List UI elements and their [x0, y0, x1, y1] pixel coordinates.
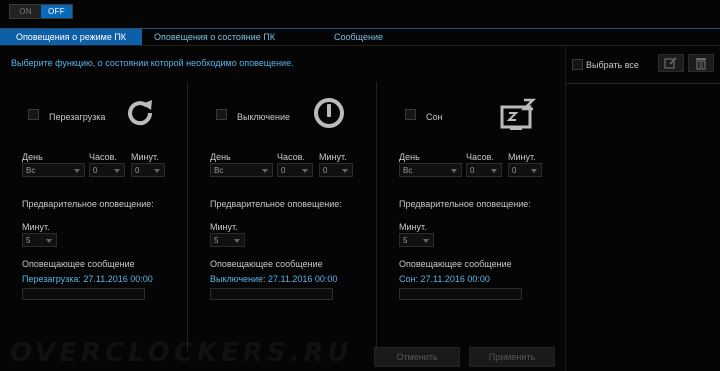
pre-minutes-value: 5: [214, 235, 219, 245]
day-select[interactable]: Вс: [22, 163, 85, 177]
chevron-down-icon: [154, 169, 160, 173]
tab-message[interactable]: Сообщение: [287, 29, 430, 45]
edit-icon: [664, 57, 677, 69]
hours-label: Часов.: [277, 152, 305, 162]
chevron-down-icon: [74, 169, 80, 173]
hours-value: 0: [470, 165, 475, 175]
shutdown-checkbox[interactable]: [216, 109, 227, 120]
hours-select[interactable]: 0: [277, 163, 313, 177]
shutdown-label: Выключение: [237, 112, 291, 122]
minutes-label: Минут.: [508, 152, 536, 162]
select-all-label: Выбрать все: [586, 60, 639, 70]
day-select[interactable]: Вс: [399, 163, 462, 177]
pre-minutes-value: 5: [403, 235, 408, 245]
minutes-label: Минут.: [319, 152, 347, 162]
hours-select[interactable]: 0: [466, 163, 502, 177]
sleep-icon: [500, 98, 540, 134]
message-text: Перезагрузка: 27.11.2016 00:00: [22, 274, 153, 284]
minutes-select[interactable]: 0: [131, 163, 165, 177]
message-text: Выключение: 27.11.2016 00:00: [210, 274, 338, 284]
tab-bar: Оповещения о режиме ПК Оповещения о сост…: [0, 28, 720, 46]
right-panel-header: Выбрать все: [566, 46, 720, 84]
apply-button[interactable]: Применить: [469, 347, 555, 367]
delete-button[interactable]: [688, 54, 714, 72]
day-value: Вс: [26, 165, 36, 175]
day-label: День: [210, 152, 231, 162]
toggle-off[interactable]: OFF: [41, 5, 72, 18]
day-label: День: [22, 152, 43, 162]
restart-icon: [125, 97, 155, 129]
main-panel: OVERCLOCKERS.RU Выберите функцию, о сост…: [0, 46, 565, 371]
restart-label: Перезагрузка: [49, 112, 106, 122]
chevron-down-icon: [234, 239, 240, 243]
chevron-down-icon: [302, 169, 308, 173]
message-input[interactable]: [399, 288, 522, 300]
pre-minutes-label: Минут.: [399, 222, 427, 232]
pre-alert-label: Предварительное оповещение:: [399, 199, 531, 209]
right-panel: Выбрать все: [565, 46, 720, 371]
select-all-checkbox[interactable]: [572, 59, 583, 70]
tab-pc-mode-alerts[interactable]: Оповещения о режиме ПК: [0, 29, 142, 45]
hours-select[interactable]: 0: [89, 163, 125, 177]
chevron-down-icon: [491, 169, 497, 173]
chevron-down-icon: [262, 169, 268, 173]
sleep-column: Сон День Часов. Минут. Вс 0 0 Предварите…: [377, 46, 563, 371]
tab-pc-state-alerts[interactable]: Оповещения о состояние ПК: [142, 29, 287, 45]
chevron-down-icon: [46, 239, 52, 243]
minutes-value: 0: [323, 165, 328, 175]
on-off-toggle[interactable]: ON OFF: [9, 4, 73, 19]
sleep-checkbox[interactable]: [405, 109, 416, 120]
edit-button[interactable]: [658, 54, 684, 72]
power-icon: [313, 97, 345, 131]
pre-minutes-select[interactable]: 5: [399, 233, 434, 247]
day-label: День: [399, 152, 420, 162]
minutes-label: Минут.: [131, 152, 159, 162]
pre-minutes-label: Минут.: [22, 222, 50, 232]
restart-checkbox[interactable]: [28, 109, 39, 120]
message-label: Оповещающее сообщение: [22, 259, 135, 269]
hours-label: Часов.: [89, 152, 117, 162]
day-value: Вс: [403, 165, 413, 175]
minutes-select[interactable]: 0: [508, 163, 542, 177]
hours-value: 0: [281, 165, 286, 175]
trash-icon: [696, 57, 706, 70]
pre-minutes-select[interactable]: 5: [22, 233, 57, 247]
toggle-on[interactable]: ON: [10, 5, 41, 18]
chevron-down-icon: [342, 169, 348, 173]
pre-alert-label: Предварительное оповещение:: [22, 199, 154, 209]
pre-minutes-value: 5: [26, 235, 31, 245]
chevron-down-icon: [423, 239, 429, 243]
cancel-button[interactable]: Отменить: [374, 347, 460, 367]
pre-alert-label: Предварительное оповещение:: [210, 199, 342, 209]
message-label: Оповещающее сообщение: [399, 259, 512, 269]
day-value: Вс: [214, 165, 224, 175]
pre-minutes-label: Минут.: [210, 222, 238, 232]
shutdown-column: Выключение День Часов. Минут. Вс 0 0 Пре…: [188, 46, 374, 371]
day-select[interactable]: Вс: [210, 163, 273, 177]
chevron-down-icon: [114, 169, 120, 173]
chevron-down-icon: [531, 169, 537, 173]
restart-column: Перезагрузка День Часов. Минут. Вс 0 0 П…: [0, 46, 186, 371]
message-input[interactable]: [210, 288, 333, 300]
sleep-label: Сон: [426, 112, 443, 122]
minutes-value: 0: [512, 165, 517, 175]
pre-minutes-select[interactable]: 5: [210, 233, 245, 247]
message-label: Оповещающее сообщение: [210, 259, 323, 269]
chevron-down-icon: [451, 169, 457, 173]
minutes-value: 0: [135, 165, 140, 175]
hours-value: 0: [93, 165, 98, 175]
minutes-select[interactable]: 0: [319, 163, 353, 177]
hours-label: Часов.: [466, 152, 494, 162]
message-text: Сон: 27.11.2016 00:00: [399, 274, 490, 284]
message-input[interactable]: [22, 288, 145, 300]
